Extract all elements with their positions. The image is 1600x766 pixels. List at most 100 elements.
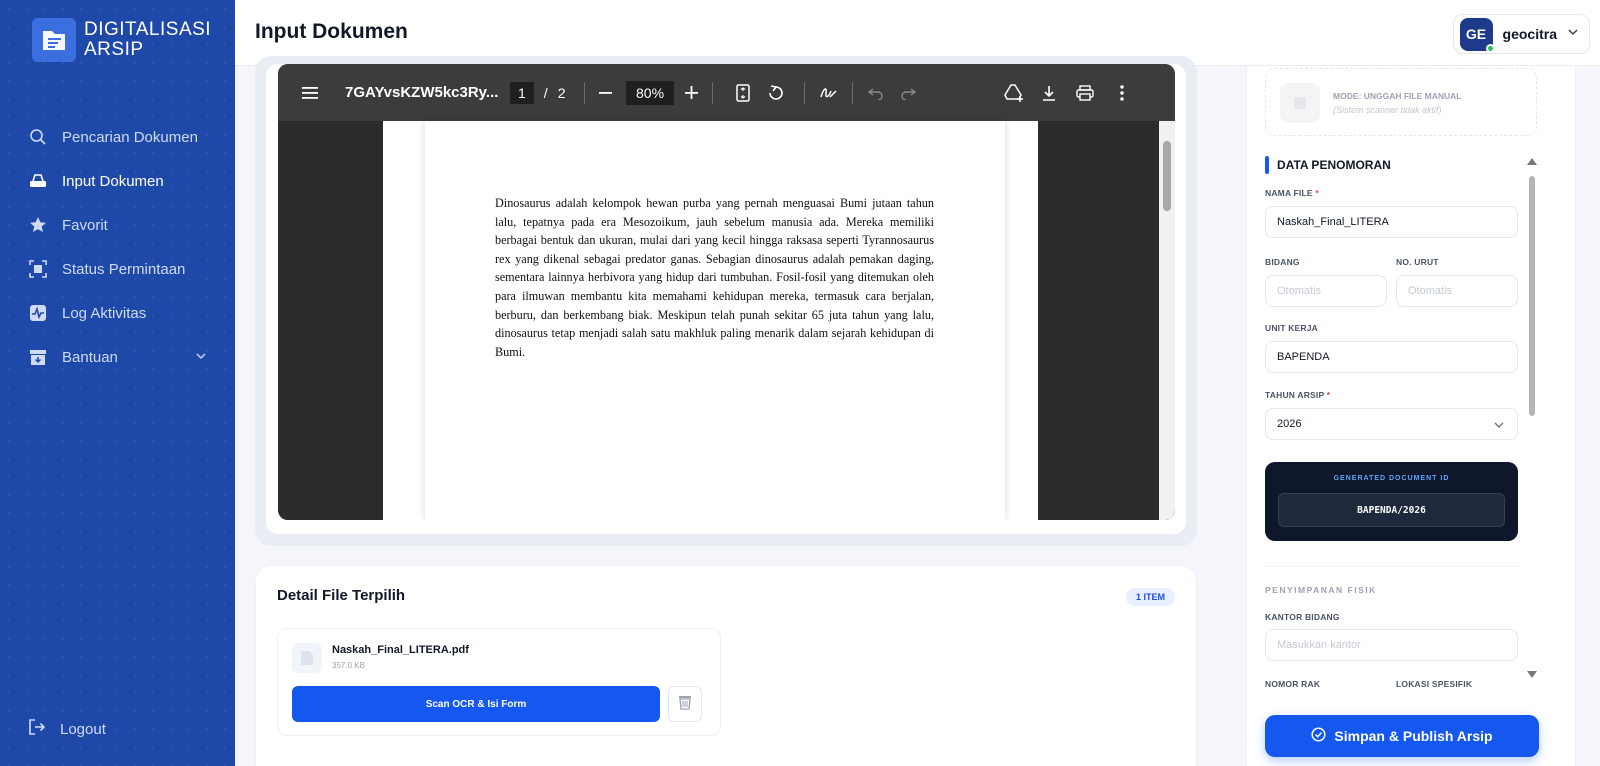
page-title: Input Dokumen: [255, 20, 408, 43]
separator: [584, 64, 585, 121]
logout-icon: [28, 718, 46, 740]
lokasi-spesifik-label: LOKASI SPESIFIK: [1396, 679, 1473, 689]
no-urut-label: NO. URUT: [1396, 257, 1439, 267]
nomor-rak-label: NOMOR RAK: [1265, 679, 1321, 689]
separator: [852, 64, 853, 121]
pdf-viewer-card: 7GAYvsKZW5kc3Ry... 1 / 2 80% Dinosaurus …: [255, 56, 1197, 546]
fit-page-icon[interactable]: [733, 64, 753, 121]
file-size: 357.0 KB: [332, 661, 365, 670]
annotate-icon[interactable]: [818, 64, 840, 121]
separator: [804, 64, 805, 121]
print-icon[interactable]: [1074, 64, 1096, 121]
search-icon: [28, 127, 48, 147]
selected-file-card: Detail File Terpilih 1 ITEM Naskah_Final…: [255, 565, 1197, 766]
more-options-icon[interactable]: [1112, 64, 1132, 121]
tahun-arsip-label: TAHUN ARSIP *: [1265, 390, 1331, 400]
scroll-down-icon[interactable]: [1527, 671, 1537, 678]
tahun-arsip-select[interactable]: 2026: [1265, 408, 1518, 440]
redo-icon[interactable]: [898, 64, 918, 121]
doc-id-value: BAPENDA/2026: [1278, 493, 1505, 527]
online-status-dot: [1485, 43, 1495, 53]
no-urut-input[interactable]: Otomatis: [1396, 275, 1518, 307]
unit-kerja-input[interactable]: BAPENDA: [1265, 341, 1518, 373]
brand-name: DIGITALISASI ARSIP: [84, 19, 212, 60]
archive-box-icon: [28, 347, 48, 367]
user-name: geocitra: [1502, 26, 1557, 42]
scroll-up-icon[interactable]: [1527, 158, 1537, 165]
pdf-scrollbar[interactable]: [1159, 121, 1175, 520]
undo-icon[interactable]: [866, 64, 886, 121]
nama-file-label: NAMA FILE *: [1265, 188, 1319, 198]
zoom-input[interactable]: 80%: [626, 80, 675, 105]
folder-icon: [32, 18, 76, 62]
doc-id-label: GENERATED DOCUMENT ID: [1333, 475, 1450, 482]
mode-title: MODE: UNGGAH FILE MANUAL: [1333, 91, 1462, 101]
scan-ocr-button[interactable]: Scan OCR & Isi Form: [292, 686, 660, 722]
activity-icon: [28, 303, 48, 323]
nama-file-input[interactable]: Naskah_Final_LITERA: [1265, 206, 1518, 238]
separator: [712, 64, 713, 121]
zoom-level: 80%: [626, 64, 675, 121]
logout-button[interactable]: Logout: [28, 718, 106, 740]
avatar: GE: [1459, 17, 1495, 53]
trash-icon: [678, 694, 692, 715]
page-number-input[interactable]: 1: [510, 81, 534, 104]
divider: [1265, 566, 1518, 567]
user-menu[interactable]: GE geocitra: [1452, 14, 1590, 54]
sidebar-item-input[interactable]: Input Dokumen: [0, 159, 235, 203]
chevron-down-icon: [195, 349, 207, 366]
zoom-out-icon[interactable]: [596, 64, 616, 121]
sidebar-item-pencarian[interactable]: Pencarian Dokumen: [0, 115, 235, 159]
accent-bar: [1265, 156, 1269, 174]
pdf-toolbar: 7GAYvsKZW5kc3Ry... 1 / 2 80%: [278, 64, 1175, 121]
file-icon: [292, 643, 322, 673]
pdf-viewer[interactable]: 7GAYvsKZW5kc3Ry... 1 / 2 80% Dinosaurus …: [278, 64, 1175, 520]
download-icon[interactable]: [1038, 64, 1060, 121]
scrollbar-thumb[interactable]: [1163, 141, 1171, 211]
kantor-bidang-input[interactable]: Masukkan kantor: [1265, 629, 1518, 661]
file-item: Naskah_Final_LITERA.pdf 357.0 KB Scan OC…: [277, 628, 721, 736]
scanner-icon: [28, 171, 48, 191]
pdf-document-area[interactable]: Dinosaurus adalah kelompok hewan purba y…: [278, 121, 1175, 520]
bidang-input[interactable]: Otomatis: [1265, 275, 1387, 307]
sidebar-item-favorit[interactable]: Favorit: [0, 203, 235, 247]
section-title: Detail File Terpilih: [277, 587, 406, 604]
sidebar-item-bantuan[interactable]: Bantuan: [0, 335, 235, 379]
mode-subtitle: (Sistem scanner tidak aktif): [1333, 105, 1442, 115]
chevron-down-icon: [1567, 25, 1579, 43]
brand[interactable]: DIGITALISASI ARSIP: [32, 18, 211, 62]
metadata-form-panel: MODE: UNGGAH FILE MANUAL (Sistem scanner…: [1246, 66, 1576, 766]
delete-file-button[interactable]: [668, 686, 702, 722]
page-navigator: 1 / 2: [510, 64, 565, 121]
sidebar-nav: Pencarian Dokumen Input Dokumen Favorit …: [0, 115, 235, 379]
drive-add-icon[interactable]: [1002, 64, 1026, 121]
generated-document-id: GENERATED DOCUMENT ID BAPENDA/2026: [1265, 462, 1518, 541]
menu-icon[interactable]: [298, 64, 324, 121]
kantor-bidang-label: KANTOR BIDANG: [1265, 612, 1340, 622]
check-circle-icon: [1311, 727, 1326, 745]
chevron-down-icon: [1493, 419, 1505, 434]
item-count-badge: 1 ITEM: [1125, 588, 1175, 606]
pdf-viewer-frame: 7GAYvsKZW5kc3Ry... 1 / 2 80% Dinosaurus …: [266, 64, 1186, 534]
file-name: Naskah_Final_LITERA.pdf: [332, 644, 469, 656]
publish-button[interactable]: Simpan & Publish Arsip: [1265, 715, 1539, 757]
pdf-file-title: 7GAYvsKZW5kc3Ry...: [345, 84, 499, 101]
star-icon: [28, 215, 48, 235]
rotate-icon[interactable]: [765, 64, 787, 121]
scrollbar-thumb[interactable]: [1529, 176, 1535, 416]
zoom-in-icon[interactable]: [682, 64, 702, 121]
pdf-page-text: Dinosaurus adalah kelompok hewan purba y…: [495, 196, 934, 359]
document-scan-icon: [28, 259, 48, 279]
total-pages: 2: [557, 84, 566, 101]
sidebar-item-status[interactable]: Status Permintaan: [0, 247, 235, 291]
upload-mode-box: MODE: UNGGAH FILE MANUAL (Sistem scanner…: [1265, 68, 1537, 136]
bidang-label: BIDANG: [1265, 257, 1300, 267]
form-scrollbar[interactable]: [1527, 158, 1537, 678]
section-heading: DATA PENOMORAN: [1265, 156, 1391, 174]
sidebar: DIGITALISASI ARSIP Pencarian Dokumen Inp…: [0, 0, 235, 766]
storage-heading: PENYIMPANAN FISIK: [1265, 585, 1377, 595]
pdf-page: Dinosaurus adalah kelompok hewan purba y…: [383, 121, 1038, 520]
unit-kerja-label: UNIT KERJA: [1265, 323, 1319, 333]
upload-icon: [1280, 83, 1320, 123]
sidebar-item-log[interactable]: Log Aktivitas: [0, 291, 235, 335]
